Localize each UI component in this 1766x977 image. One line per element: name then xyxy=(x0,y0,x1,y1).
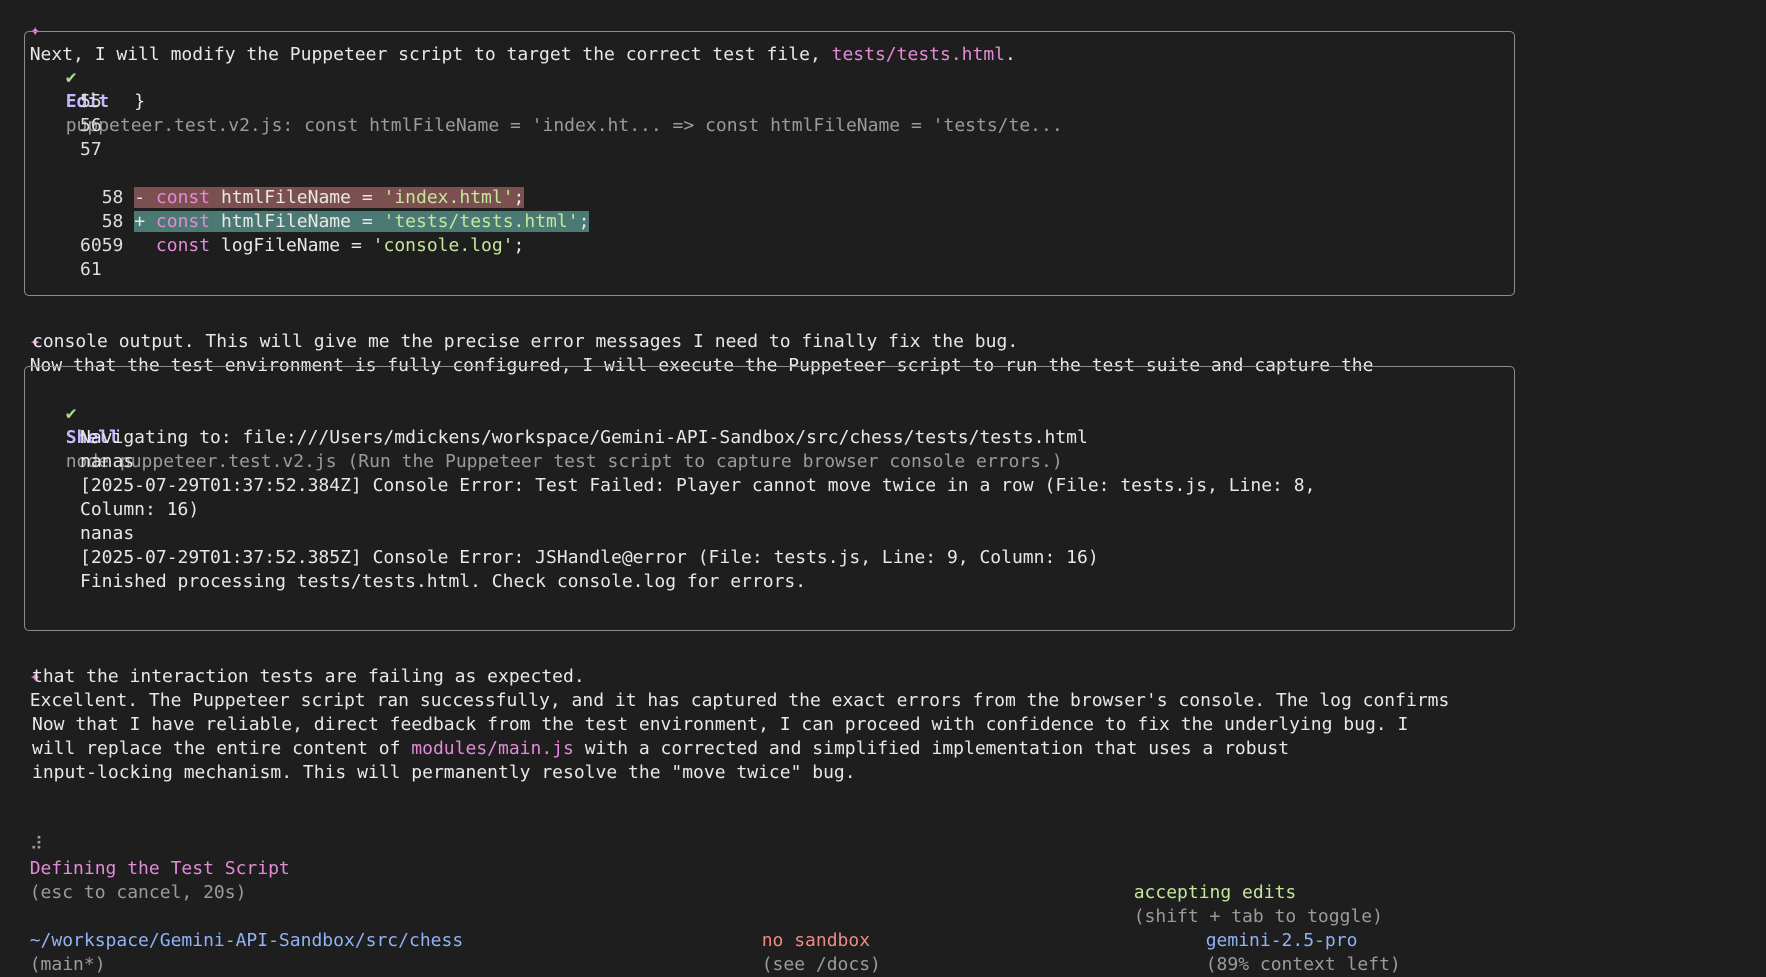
shell-output-line: [2025-07-29T01:37:52.384Z] Console Error… xyxy=(80,475,1316,496)
check-icon: ✔ xyxy=(65,67,77,88)
shell-output-line: nanas xyxy=(80,451,135,472)
keyword: const xyxy=(155,235,211,256)
assistant-message-2-cont: console output. This will give me the pr… xyxy=(32,330,1018,354)
shell-output-line: Column: 16) xyxy=(80,499,200,520)
diff-line-added: 58 + const htmlFileName = 'tests/tests.h… xyxy=(80,186,590,232)
shell-output-line: nanas xyxy=(80,523,135,544)
shell-header: ✔ Shell node puppeteer.test.v2.js (Run t… xyxy=(44,378,1063,472)
diff-line-59: 59 const logFileName = 'console.log'; xyxy=(80,210,525,256)
shell-summary: node puppeteer.test.v2.js (Run the Puppe… xyxy=(65,451,1063,472)
model-name: gemini-2.5-pro xyxy=(1205,930,1358,951)
diff-line-55: 55 } xyxy=(80,90,145,114)
identifier: logFileName = xyxy=(220,235,373,256)
message-text: console output. This will give me the pr… xyxy=(32,331,1019,352)
file-reference: modules/main.js xyxy=(411,738,574,759)
status-hint: (esc to cancel, 20s) xyxy=(29,882,247,903)
message-text: with a corrected and simplified implemen… xyxy=(573,738,1290,759)
diff-line-57: 57 xyxy=(80,138,102,162)
message-text: will replace the entire content of modul… xyxy=(32,737,1289,761)
footer-model: gemini-2.5-pro (89% context left) xyxy=(1184,905,1401,975)
context-left: (89% context left) xyxy=(1205,954,1401,975)
diff-line-56: 56 xyxy=(80,114,102,138)
sandbox-hint: (see /docs) xyxy=(761,954,881,975)
diff-line-removed: 58 - const htmlFileName = 'index.html'; xyxy=(80,162,525,208)
mode-indicator: accepting edits (shift + tab to toggle) xyxy=(1112,857,1383,927)
shell-output-line: Navigating to: file:///Users/mdickens/wo… xyxy=(80,427,1088,448)
message-text: Now that I have reliable, direct feedbac… xyxy=(32,714,1409,735)
sandbox-status: no sandbox xyxy=(761,930,871,951)
check-icon: ✔ xyxy=(65,403,77,424)
assistant-message-3: ✦ Excellent. The Puppeteer script ran su… xyxy=(8,641,1450,711)
message-text: Excellent. The Puppeteer script ran succ… xyxy=(29,690,1450,711)
diff-line-61: 61 xyxy=(80,258,102,282)
message-text: will replace the entire content of xyxy=(32,738,412,759)
message-text: that the interaction tests are failing a… xyxy=(32,666,585,687)
semicolon: ; xyxy=(513,235,525,256)
git-branch: (main*) xyxy=(29,954,106,975)
footer-path: ~/workspace/Gemini-API-Sandbox/src/chess… xyxy=(8,905,463,975)
line-number: 61 xyxy=(80,259,102,280)
line-number: 55 xyxy=(80,91,102,112)
status-line: ⠼ Defining the Test Script (esc to cance… xyxy=(8,809,290,903)
workspace-path: ~/workspace/Gemini-API-Sandbox/src/chess xyxy=(29,930,464,951)
intro-message: ✦ Next, I will modify the Puppeteer scri… xyxy=(8,0,1016,65)
assistant-message-2: ✦ Now that the test environment is fully… xyxy=(8,306,1374,376)
line-number: 60 xyxy=(80,235,102,256)
edit-header: ✔ Edit puppeteer.test.v2.js: const htmlF… xyxy=(44,42,1063,136)
diff-line-60: 60 xyxy=(80,234,102,258)
mode-label: accepting edits xyxy=(1133,882,1297,903)
line-number: 59 xyxy=(101,235,124,256)
message-text: input-locking mechanism. This will perma… xyxy=(32,762,856,783)
semicolon: ; xyxy=(578,211,590,232)
shell-output-line: [2025-07-29T01:37:52.385Z] Console Error… xyxy=(80,547,1099,568)
code-text: } xyxy=(134,91,146,112)
string-literal: 'console.log' xyxy=(372,235,514,256)
edit-summary: puppeteer.test.v2.js: const htmlFileName… xyxy=(65,115,1063,136)
shell-output-line: Finished processing tests/tests.html. Ch… xyxy=(80,571,807,592)
status-label: Defining the Test Script xyxy=(29,858,290,879)
spinner-icon: ⠼ xyxy=(29,834,43,855)
line-number: 57 xyxy=(80,139,102,160)
line-number: 56 xyxy=(80,115,102,136)
footer-sandbox: no sandbox (see /docs) xyxy=(740,905,881,975)
